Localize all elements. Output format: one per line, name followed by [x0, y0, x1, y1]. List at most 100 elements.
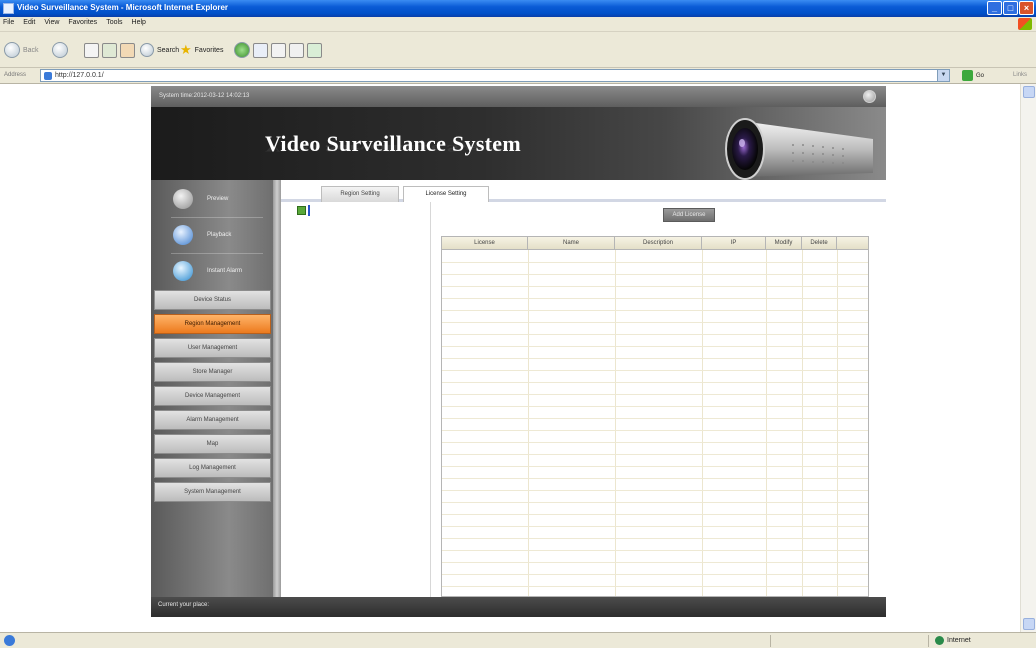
close-button[interactable]: × [1019, 1, 1034, 15]
table-row-line [442, 538, 868, 539]
home-button[interactable] [120, 42, 135, 58]
table-row-line [442, 370, 868, 371]
address-field[interactable]: http://127.0.0.1/ ▼ [40, 69, 950, 82]
page-scrollbar[interactable] [1020, 84, 1036, 632]
mail-button[interactable] [271, 42, 286, 58]
exit-icon[interactable] [863, 90, 876, 103]
maximize-button[interactable]: □ [1003, 1, 1018, 15]
sidebar-item-preview[interactable]: Preview [159, 184, 271, 214]
scroll-up-icon[interactable] [1023, 86, 1035, 98]
camera-icon [173, 189, 193, 209]
forward-arrow-icon [52, 42, 68, 58]
sidebar: Preview Playback Instant Alarm Device St… [151, 180, 281, 597]
go-label: Go [976, 72, 985, 79]
menu-favorites[interactable]: Favorites [68, 19, 97, 26]
go-button[interactable]: Go [962, 70, 984, 81]
app-title-reflection: Video Surveillance System [265, 142, 514, 154]
nav-store-manager[interactable]: Store Manager [154, 362, 271, 382]
table-row-line [442, 526, 868, 527]
menu-bar: File Edit View Favorites Tools Help [0, 17, 1036, 32]
sidebar-divider [171, 253, 263, 254]
menu-file[interactable]: File [3, 19, 14, 26]
nav-map[interactable]: Map [154, 434, 271, 454]
table-row-line [442, 562, 868, 563]
tree-cursor [308, 205, 310, 216]
menu-edit[interactable]: Edit [23, 19, 35, 26]
ie-app-icon [3, 3, 14, 14]
tree-node-icon[interactable] [297, 206, 306, 215]
table-row-line [442, 262, 868, 263]
back-button[interactable]: Back [4, 40, 39, 60]
table-row-line [442, 442, 868, 443]
table-row-line [442, 358, 868, 359]
search-button[interactable]: Search [140, 40, 179, 60]
address-dropdown-icon[interactable]: ▼ [937, 70, 949, 81]
security-zone: Internet [935, 636, 971, 645]
column-header-ip[interactable]: IP [702, 237, 766, 250]
region-tree[interactable] [281, 202, 431, 597]
media-button[interactable] [234, 42, 250, 58]
sidebar-splitter[interactable] [273, 180, 281, 597]
table-row-line [442, 586, 868, 587]
table-row-line [442, 406, 868, 407]
links-button[interactable]: Links [1013, 72, 1027, 78]
app-banner: Video Surveillance System Video Surveill… [151, 107, 886, 180]
menu-help[interactable]: Help [132, 19, 146, 26]
sidebar-item-instant-alarm[interactable]: Instant Alarm [159, 256, 271, 286]
table-row-line [442, 418, 868, 419]
table-row-line [442, 502, 868, 503]
table-row-line [442, 334, 868, 335]
search-label: Search [157, 46, 180, 54]
playback-icon [173, 225, 193, 245]
camera-graphic-icon [725, 118, 873, 180]
table-row-line [442, 550, 868, 551]
table-column-line [802, 250, 803, 596]
address-label: Address [4, 72, 27, 78]
globe-icon [935, 636, 944, 645]
search-icon [140, 43, 154, 57]
nav-device-management[interactable]: Device Management [154, 386, 271, 406]
table-row-line [442, 514, 868, 515]
nav-region-management[interactable]: Region Management [154, 314, 271, 334]
nav-log-management[interactable]: Log Management [154, 458, 271, 478]
window-title: Video Surveillance System - Microsoft In… [17, 3, 229, 12]
column-header-license[interactable]: License [442, 237, 528, 250]
nav-alarm-management[interactable]: Alarm Management [154, 410, 271, 430]
refresh-button[interactable] [102, 42, 117, 58]
back-arrow-icon [4, 42, 20, 58]
column-header-name[interactable]: Name [528, 237, 615, 250]
messenger-button[interactable] [307, 42, 322, 58]
table-row-line [442, 466, 868, 467]
column-header-delete[interactable]: Delete [802, 237, 837, 250]
nav-system-management[interactable]: System Management [154, 482, 271, 502]
add-license-button[interactable]: Add License [663, 208, 715, 222]
tab-bar: Region Setting License Setting [281, 180, 886, 202]
browser-toolbar: Back Search ★ Favorites [0, 32, 1036, 68]
address-bar: Address http://127.0.0.1/ ▼ Go Links [0, 68, 1036, 84]
nav-device-status[interactable]: Device Status [154, 290, 271, 310]
table-row-line [442, 382, 868, 383]
windows-logo-icon [1018, 18, 1032, 30]
tab-region-setting[interactable]: Region Setting [321, 186, 399, 202]
minimize-button[interactable]: _ [987, 1, 1002, 15]
menu-view[interactable]: View [44, 19, 59, 26]
stop-button[interactable] [84, 42, 99, 58]
sidebar-playback-label: Playback [207, 232, 232, 238]
sidebar-item-playback[interactable]: Playback [159, 220, 271, 250]
history-button[interactable] [253, 42, 268, 58]
nav-user-management[interactable]: User Management [154, 338, 271, 358]
zone-label: Internet [947, 637, 971, 644]
column-header-description[interactable]: Description [615, 237, 702, 250]
tab-license-setting[interactable]: License Setting [403, 186, 489, 202]
table-header: License Name Description IP Modify Delet… [442, 237, 868, 250]
column-header-modify[interactable]: Modify [766, 237, 802, 250]
favorites-button[interactable]: ★ Favorites [180, 40, 223, 60]
scroll-down-icon[interactable] [1023, 618, 1035, 630]
table-column-line [528, 250, 529, 596]
table-row-line [442, 430, 868, 431]
forward-button[interactable] [52, 40, 68, 60]
menu-tools[interactable]: Tools [106, 19, 122, 26]
table-row-line [442, 454, 868, 455]
print-button[interactable] [289, 42, 304, 58]
table-row-line [442, 310, 868, 311]
